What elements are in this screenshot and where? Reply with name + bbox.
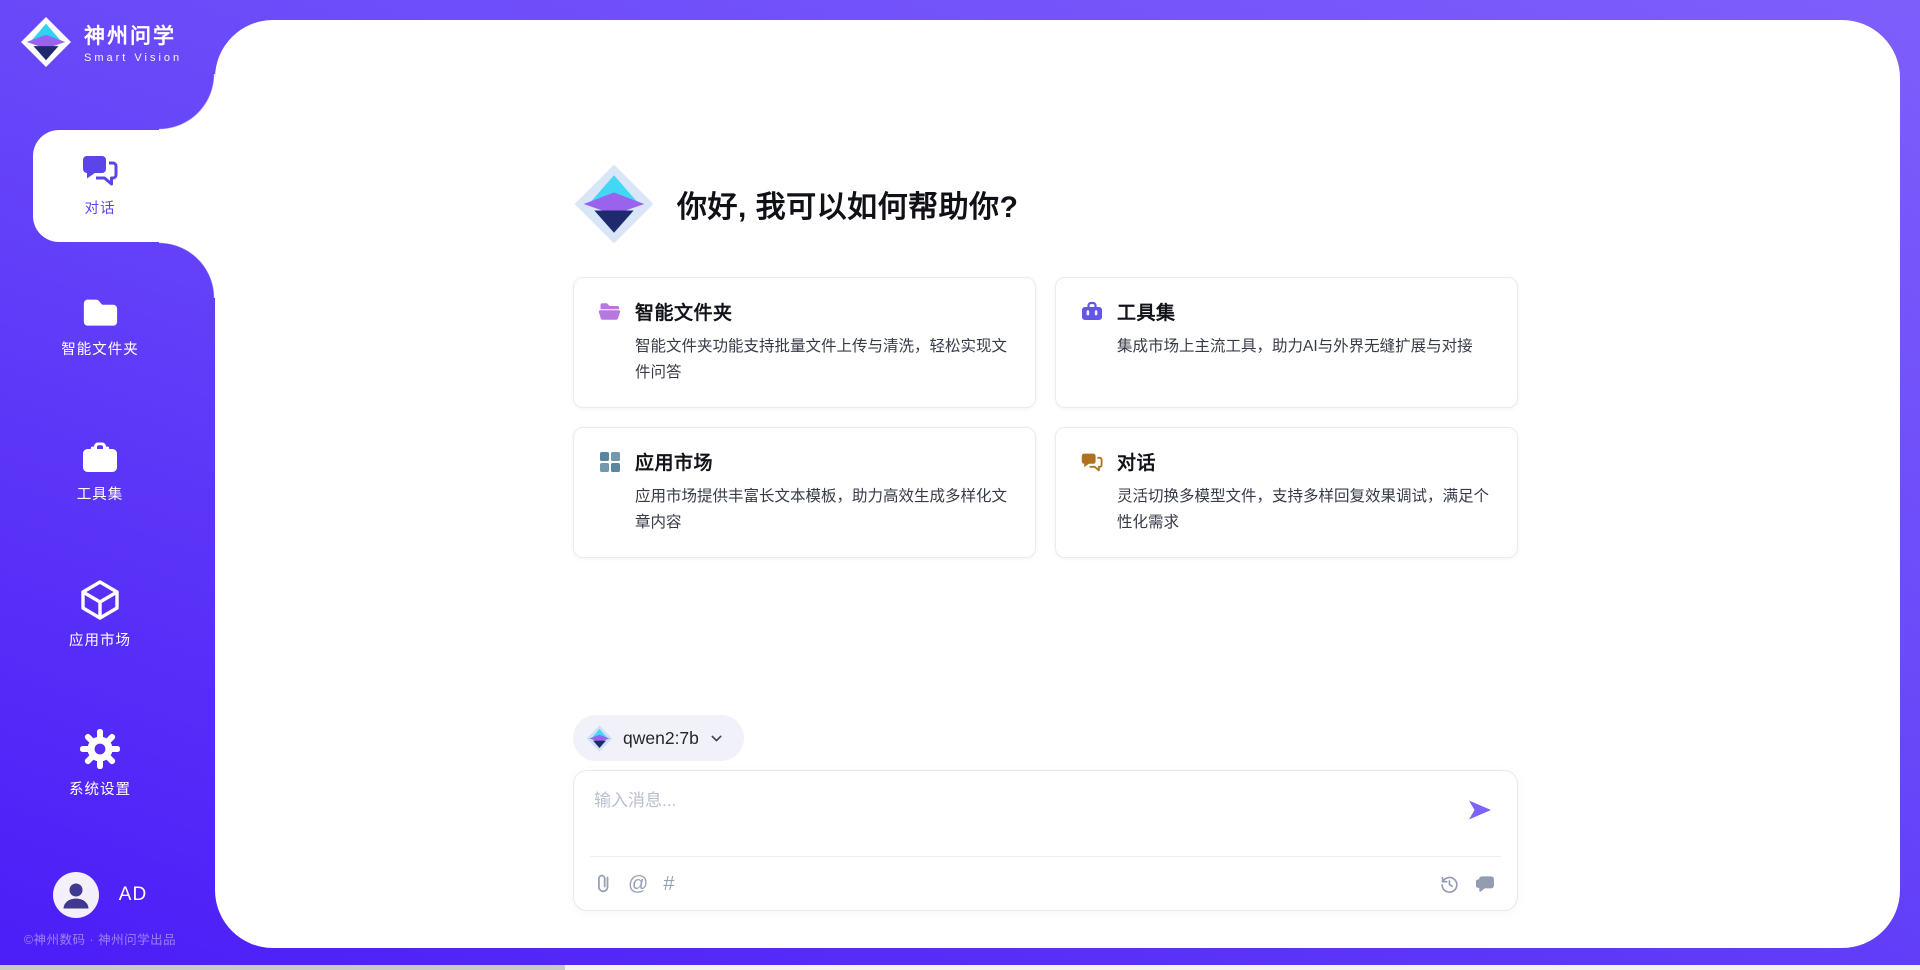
sidebar-item-label: 对话 <box>85 197 116 218</box>
sidebar-item-app-market[interactable]: 应用市场 <box>0 578 200 650</box>
user-profile[interactable]: AD <box>0 872 200 918</box>
briefcase-icon <box>80 438 120 476</box>
card-title: 对话 <box>1117 448 1156 475</box>
sidebar-item-smart-folder[interactable]: 智能文件夹 <box>0 293 200 359</box>
brand-diamond-icon <box>20 16 72 68</box>
card-toolset[interactable]: 工具集 集成市场上主流工具，助力AI与外界无缝扩展与对接 <box>1055 277 1518 408</box>
sidebar-item-chat[interactable]: 对话 <box>0 150 200 218</box>
brand-subtitle: Smart Vision <box>84 52 182 64</box>
send-icon[interactable] <box>1467 797 1493 823</box>
message-input[interactable] <box>574 771 1517 855</box>
feature-cards: 智能文件夹 智能文件夹功能支持批量文件上传与清洗，轻松实现文件问答 工具集 集成… <box>573 277 1518 558</box>
message-composer: @ # <box>573 770 1518 911</box>
brand-diamond-icon <box>586 725 613 752</box>
mention-icon[interactable]: @ <box>628 874 648 894</box>
model-selector[interactable]: qwen2:7b <box>573 715 744 761</box>
card-smart-folder[interactable]: 智能文件夹 智能文件夹功能支持批量文件上传与清洗，轻松实现文件问答 <box>573 277 1036 408</box>
sidebar-item-label: 应用市场 <box>69 629 131 650</box>
card-title: 应用市场 <box>635 448 713 475</box>
history-icon[interactable] <box>1438 873 1460 895</box>
briefcase-icon <box>1080 300 1104 324</box>
horizontal-scrollbar <box>0 965 1920 970</box>
scrollbar-thumb[interactable] <box>0 965 565 970</box>
sidebar: 神州问学 Smart Vision 对话 智能文件夹 工具集 <box>0 0 215 970</box>
greeting-title: 你好, 我可以如何帮助你? <box>677 182 1019 226</box>
chat-bubbles-icon <box>1080 450 1104 474</box>
card-chat[interactable]: 对话 灵活切换多模型文件，支持多样回复效果调试，满足个性化需求 <box>1055 427 1518 558</box>
copyright-footer: ©神州数码 · 神州问学出品 <box>0 929 200 948</box>
folder-open-icon <box>598 300 622 324</box>
cube-icon <box>78 578 122 622</box>
gear-icon <box>78 727 122 771</box>
card-description: 集成市场上主流工具，助力AI与外界无缝扩展与对接 <box>1117 334 1493 360</box>
person-icon <box>53 872 99 918</box>
folder-icon <box>79 293 121 331</box>
paperclip-icon[interactable] <box>594 873 613 894</box>
sidebar-item-toolset[interactable]: 工具集 <box>0 438 200 504</box>
hash-icon[interactable]: # <box>663 874 674 894</box>
chevron-down-icon <box>709 731 724 746</box>
card-app-market[interactable]: 应用市场 应用市场提供丰富长文本模板，助力高效生成多样化文章内容 <box>573 427 1036 558</box>
sidebar-item-settings[interactable]: 系统设置 <box>0 727 200 799</box>
model-name: qwen2:7b <box>623 728 699 749</box>
sidebar-item-label: 智能文件夹 <box>61 338 139 359</box>
greeting-block: 你好, 我可以如何帮助你? <box>573 163 1019 245</box>
card-description: 灵活切换多模型文件，支持多样回复效果调试，满足个性化需求 <box>1117 484 1493 535</box>
card-title: 工具集 <box>1117 298 1176 325</box>
brand-name: 神州问学 <box>84 20 182 50</box>
brand-logo: 神州问学 Smart Vision <box>20 16 182 68</box>
grid-icon <box>598 450 622 474</box>
chat-square-icon[interactable] <box>1476 873 1497 894</box>
sidebar-item-label: 系统设置 <box>69 778 131 799</box>
card-description: 智能文件夹功能支持批量文件上传与清洗，轻松实现文件问答 <box>635 334 1011 385</box>
brand-diamond-icon <box>573 163 655 245</box>
user-name: AD <box>119 884 147 906</box>
main-panel: 你好, 我可以如何帮助你? 智能文件夹 智能文件夹功能支持批量文件上传与清洗，轻… <box>215 20 1900 948</box>
chat-bubbles-icon <box>80 150 120 190</box>
card-title: 智能文件夹 <box>635 298 733 325</box>
sidebar-item-label: 工具集 <box>77 483 124 504</box>
card-description: 应用市场提供丰富长文本模板，助力高效生成多样化文章内容 <box>635 484 1011 535</box>
